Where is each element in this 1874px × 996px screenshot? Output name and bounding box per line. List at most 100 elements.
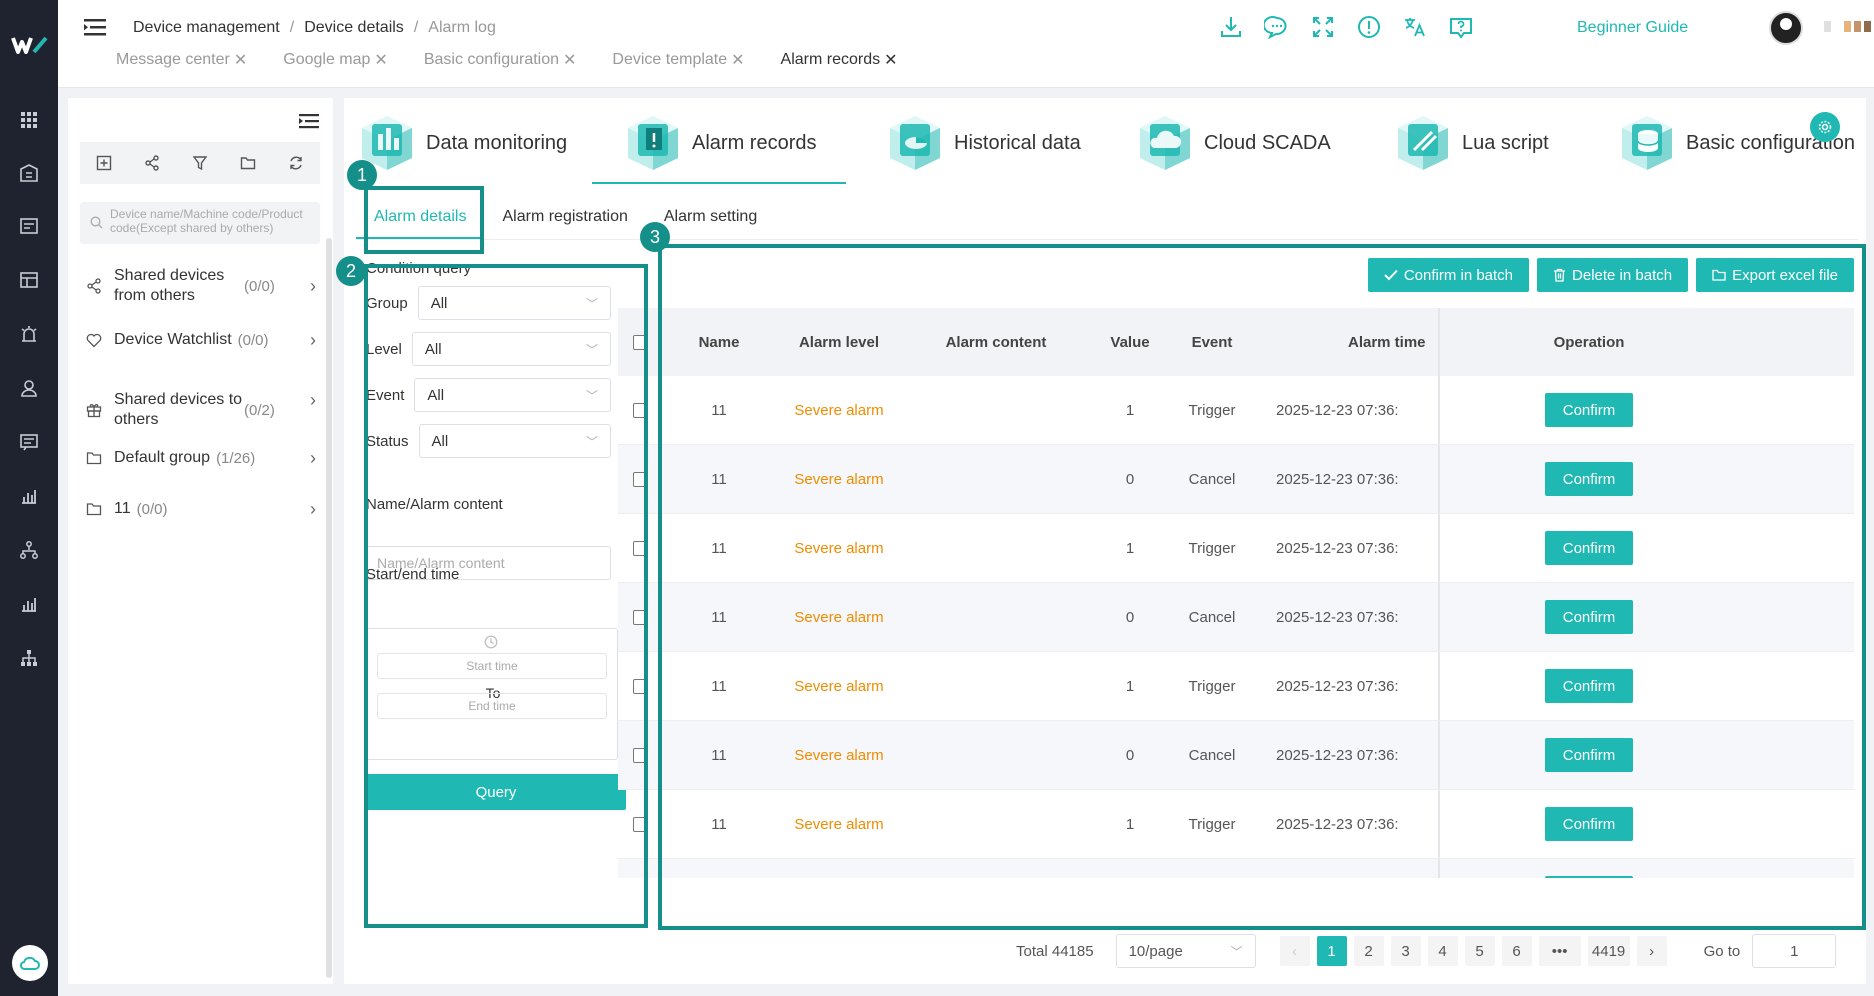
end-time-input[interactable]: End time — [377, 693, 607, 719]
folder-icon[interactable] — [240, 155, 256, 171]
avatar[interactable] — [1769, 11, 1803, 45]
export-excel-button[interactable]: Export excel file — [1696, 258, 1854, 292]
tab-alarm-registration[interactable]: Alarm registration — [484, 198, 645, 239]
alert-icon[interactable] — [1356, 14, 1382, 40]
device-group-item[interactable]: Shared devices to others (0/2) › — [86, 366, 316, 438]
tab-cloud-scada[interactable]: Cloud SCADA — [1134, 98, 1331, 188]
breadcrumb-item[interactable]: Device management — [133, 19, 280, 37]
chart-icon[interactable] — [19, 486, 39, 506]
device-group-item[interactable]: 11 (0/0) › — [86, 478, 316, 540]
query-button[interactable]: Query — [366, 774, 626, 810]
row-checkbox[interactable] — [632, 609, 648, 625]
page-number-button[interactable]: 2 — [1353, 936, 1384, 966]
table-row[interactable]: 11 Severe alarm 1 Trigger 2025-12-23 07:36: C… — [618, 790, 1854, 859]
stats-icon[interactable] — [19, 594, 39, 614]
page-number-button[interactable]: 3 — [1390, 936, 1421, 966]
row-checkbox[interactable] — [632, 816, 648, 832]
page-tab[interactable]: Basic configuration ✕ — [424, 50, 577, 70]
table-row[interactable]: 11Severe alarm0Cancel2025-12-23 07:36:Co… — [618, 445, 1854, 514]
page-tab[interactable]: Google map ✕ — [283, 50, 388, 70]
row-checkbox[interactable] — [632, 540, 648, 556]
page-tab[interactable]: Message center ✕ — [116, 50, 247, 70]
settings-gear-icon[interactable] — [1810, 112, 1840, 142]
tab-historical-data[interactable]: Historical data — [884, 98, 1081, 188]
device-search-input[interactable]: Device name/Machine code/Product code(Ex… — [80, 202, 320, 244]
page-ellipsis[interactable]: ••• — [1538, 936, 1581, 966]
device-group-item[interactable]: Shared devices from others (0/0) › — [86, 258, 316, 314]
download-icon[interactable] — [1218, 14, 1244, 40]
breadcrumb-item[interactable]: Device details — [304, 19, 404, 37]
tab-basic-configuration[interactable]: Basic configuration — [1616, 98, 1855, 188]
confirm-button[interactable]: Confirm — [1545, 393, 1633, 427]
row-checkbox[interactable] — [632, 471, 648, 487]
close-icon[interactable]: ✕ — [234, 50, 247, 70]
table-row[interactable]: 11Severe alarm0Cancel2025-12-23 07:36:Co… — [618, 859, 1854, 878]
confirm-button[interactable]: Confirm — [1545, 462, 1633, 496]
confirm-button[interactable]: Confirm — [1545, 876, 1633, 878]
status-select[interactable]: All ﹀ — [418, 424, 611, 458]
page-number-button[interactable]: 5 — [1464, 936, 1495, 966]
device-group-item[interactable]: Device Watchlist (0/0) › — [86, 314, 316, 366]
chat-icon[interactable] — [1264, 14, 1290, 40]
select-all-checkbox[interactable] — [632, 334, 648, 350]
close-icon[interactable]: ✕ — [884, 50, 897, 70]
row-checkbox[interactable] — [632, 678, 648, 694]
page-tab-active[interactable]: Alarm records ✕ — [781, 50, 898, 70]
confirm-batch-button[interactable]: Confirm in batch — [1367, 258, 1530, 292]
beginner-guide-link[interactable]: Beginner Guide — [1577, 19, 1688, 37]
event-select[interactable]: All ﹀ — [414, 378, 611, 412]
goto-page-input[interactable]: 1 — [1752, 934, 1837, 968]
tab-alarm-details[interactable]: Alarm details — [356, 198, 485, 239]
grid-icon[interactable] — [19, 110, 39, 130]
translate-icon[interactable] — [1402, 14, 1428, 40]
delete-batch-button[interactable]: Delete in batch — [1537, 258, 1689, 292]
user-icon[interactable] — [19, 378, 39, 398]
alarm-icon[interactable] — [19, 324, 39, 344]
row-checkbox[interactable] — [632, 747, 648, 763]
page-size-select[interactable]: 10/page ﹀ — [1115, 934, 1256, 968]
close-icon[interactable]: ✕ — [563, 50, 576, 70]
group-select[interactable]: All ﹀ — [417, 286, 611, 320]
layout-icon[interactable] — [19, 270, 39, 290]
page-number-button[interactable]: 6 — [1501, 936, 1532, 966]
fullscreen-icon[interactable] — [1310, 14, 1336, 40]
table-row[interactable]: 11 Severe alarm 1 Trigger 2025-12-23 07:36: C… — [618, 652, 1854, 721]
share-icon[interactable] — [144, 155, 160, 171]
app-logo[interactable] — [10, 30, 50, 60]
page-number-button[interactable]: 4419 — [1587, 936, 1630, 966]
table-row[interactable]: 11Severe alarm0Cancel2025-12-23 07:36:Co… — [618, 721, 1854, 790]
page-number-button[interactable]: 1 — [1316, 936, 1347, 966]
help-icon[interactable] — [1448, 14, 1474, 40]
level-select[interactable]: All ﹀ — [411, 332, 611, 366]
add-icon[interactable] — [96, 155, 112, 171]
menu-toggle-icon[interactable] — [84, 18, 106, 36]
page-number-button[interactable]: 4 — [1427, 936, 1458, 966]
scrollbar[interactable] — [326, 238, 332, 978]
close-icon[interactable]: ✕ — [374, 50, 387, 70]
cloud-icon[interactable] — [12, 945, 48, 981]
page-tab[interactable]: Device template ✕ — [612, 50, 744, 70]
tab-data-monitoring[interactable]: Data monitoring — [356, 98, 567, 188]
confirm-button[interactable]: Confirm — [1545, 600, 1633, 634]
username-blurred[interactable] — [1824, 21, 1874, 32]
confirm-button[interactable]: Confirm — [1545, 738, 1633, 772]
confirm-button[interactable]: Confirm — [1545, 531, 1633, 565]
refresh-icon[interactable] — [288, 155, 304, 171]
network-icon[interactable] — [19, 540, 39, 560]
prev-page-button[interactable]: ‹ — [1279, 936, 1310, 966]
filter-icon[interactable] — [192, 155, 208, 171]
next-page-button[interactable]: › — [1636, 936, 1667, 966]
confirm-button[interactable]: Confirm — [1545, 669, 1633, 703]
close-icon[interactable]: ✕ — [731, 50, 744, 70]
table-row[interactable]: 11 Severe alarm 1 Trigger 2025-12-23 07:36: C… — [618, 376, 1854, 445]
org-icon[interactable] — [19, 648, 39, 668]
message-icon[interactable] — [19, 432, 39, 452]
tab-lua-script[interactable]: Lua script — [1392, 98, 1549, 188]
collapse-icon[interactable] — [299, 113, 319, 129]
table-row[interactable]: 11 Severe alarm 1 Trigger 2025-12-23 07:36: C… — [618, 514, 1854, 583]
row-checkbox[interactable] — [632, 402, 648, 418]
card-icon[interactable] — [19, 216, 39, 236]
start-time-input[interactable]: Start time — [377, 653, 607, 679]
building-icon[interactable] — [19, 163, 39, 183]
tab-alarm-records[interactable]: Alarm records — [591, 98, 848, 188]
